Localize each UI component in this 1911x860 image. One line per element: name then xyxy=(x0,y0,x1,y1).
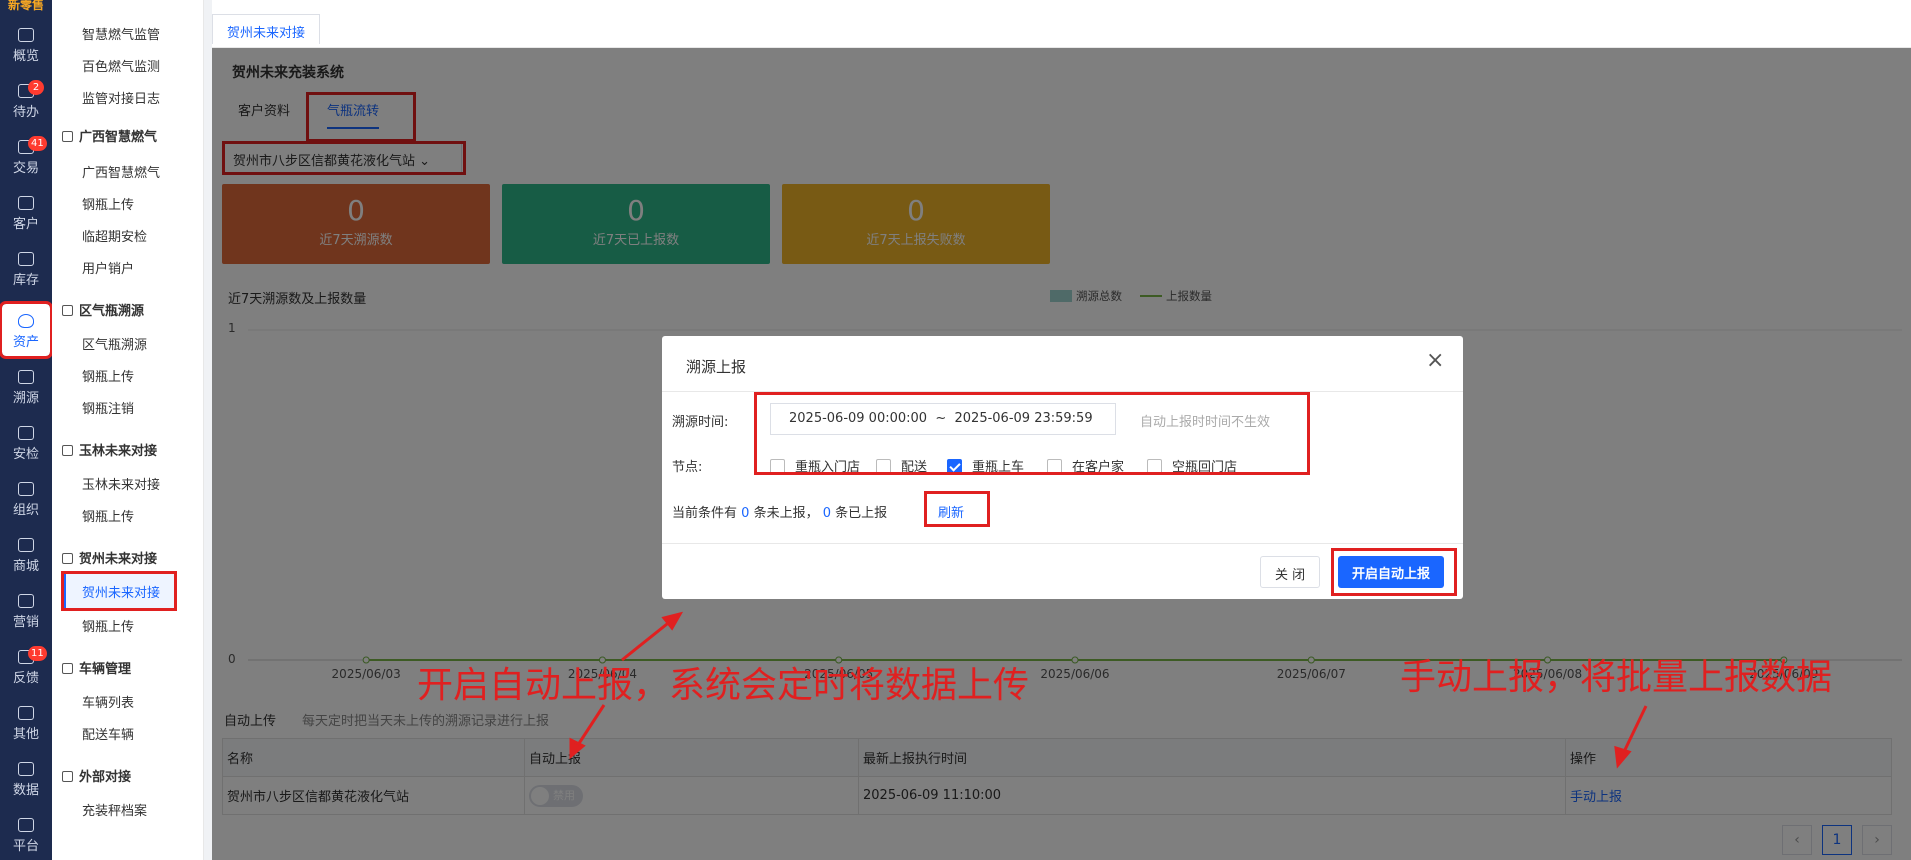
arrow-to-toggle xyxy=(574,704,606,749)
arrow-to-auto-button xyxy=(621,618,673,662)
arrowhead-icon xyxy=(1614,745,1632,769)
annotation-arrows xyxy=(569,611,1648,769)
arrow-to-manual-link xyxy=(1620,705,1648,757)
